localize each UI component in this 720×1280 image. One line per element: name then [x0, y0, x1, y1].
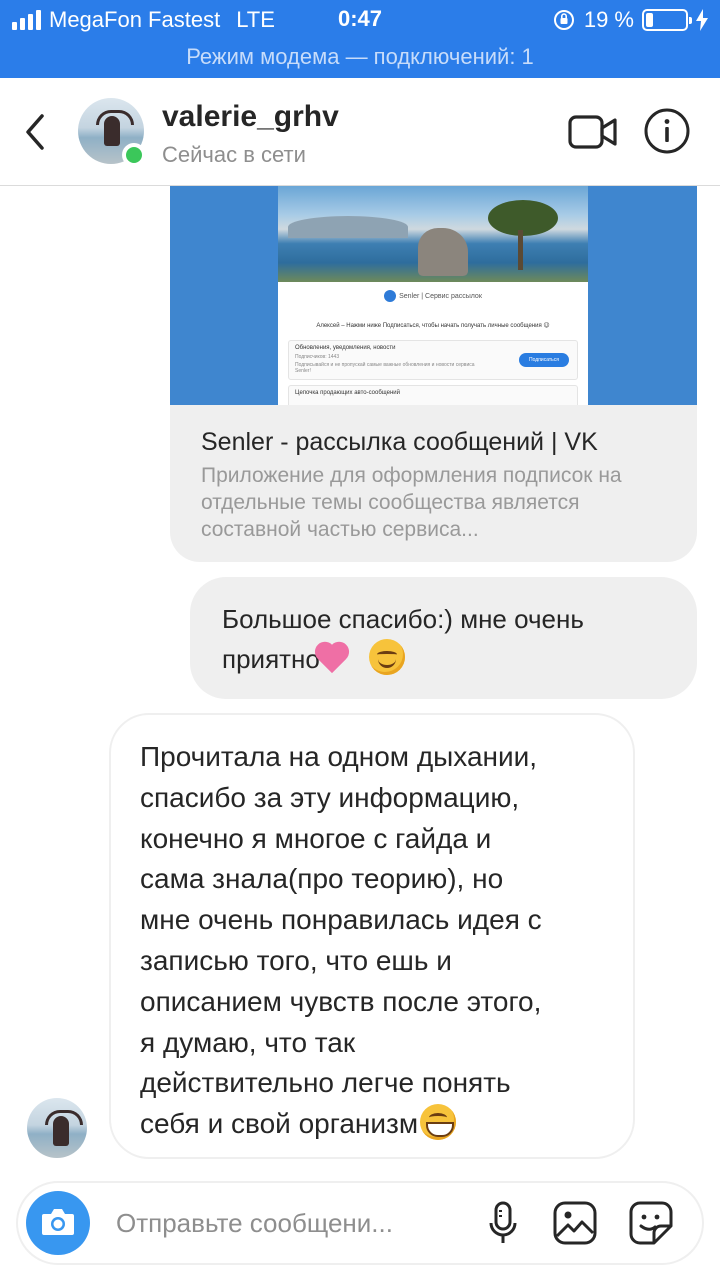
preview-subscription-row: Цепочка продающих авто-сообщений [288, 385, 578, 405]
chat-username[interactable]: valerie_grhv [162, 100, 339, 134]
battery-icon [642, 9, 692, 31]
preview-page-screenshot: Senler | Сервис рассылок Алексей – Нажми… [278, 186, 588, 405]
preview-subscribe-button: Подписаться [519, 353, 569, 367]
message-line: конечно я многое с гайда и [140, 822, 492, 854]
status-bar-right: 19 % [552, 6, 708, 34]
microphone-icon[interactable] [488, 1201, 518, 1247]
message-line: я думаю, что так [140, 1026, 356, 1058]
orientation-lock-icon [553, 10, 574, 30]
online-status: Сейчас в сети [162, 142, 306, 167]
message-line: записью того, что ешь и [140, 944, 452, 976]
message-input[interactable] [116, 1201, 466, 1245]
chat-header: valerie_grhv Сейчас в сети [0, 78, 720, 186]
link-preview-image: Senler | Сервис рассылок Алексей – Нажми… [170, 186, 697, 405]
sender-avatar[interactable] [27, 1098, 87, 1158]
growing-heart-emoji-icon [322, 639, 360, 675]
avatar-image [27, 1098, 87, 1158]
message-line: мне очень понравилась идея с [140, 904, 542, 936]
grinning-face-emoji-icon [420, 1104, 457, 1141]
hotspot-banner[interactable]: Режим модема — подключений: 1 [0, 42, 720, 78]
info-icon[interactable] [644, 108, 690, 154]
message-bubble-outgoing[interactable]: Большое спасибо:) мне очень приятно [190, 577, 697, 699]
message-line: спасибо за эту информацию, [140, 781, 520, 813]
online-indicator [122, 143, 146, 167]
message-line: действительно легче понять [140, 1067, 511, 1099]
camera-icon [42, 1209, 74, 1235]
message-line: описанием чувств после этого, [140, 985, 542, 1017]
charging-bolt-icon [696, 9, 708, 31]
message-composer [16, 1181, 704, 1265]
preview-subscription-row: Обновления, уведомления, новости Подписч… [288, 340, 578, 380]
message-bubble-incoming[interactable]: Прочитала на одном дыхании, спасибо за э… [109, 713, 635, 1159]
senler-logo-icon [384, 290, 397, 302]
video-call-icon[interactable] [568, 114, 618, 150]
sticker-icon[interactable] [628, 1200, 674, 1246]
status-bar: MegaFon Fastest LTE 0:47 19 % [0, 0, 720, 42]
battery-percent: 19 % [583, 7, 634, 32]
link-title[interactable]: Senler - рассылка сообщений | VK [201, 428, 598, 457]
smiling-face-emoji-icon [369, 639, 406, 675]
camera-button[interactable] [26, 1191, 90, 1255]
preview-brand: Senler | Сервис рассылок [278, 290, 588, 302]
message-line: сама знала(про теорию), но [140, 863, 504, 895]
message-line-last: себя и свой организм [140, 1104, 613, 1145]
message-line: Прочитала на одном дыхании, [140, 741, 538, 772]
preview-greeting: Алексей – Нажми ниже Подписаться, чтобы … [316, 323, 550, 329]
back-chevron-icon[interactable] [22, 112, 52, 152]
link-preview-card[interactable]: Senler | Сервис рассылок Алексей – Нажми… [170, 186, 697, 562]
link-description: Приложение для оформления подписок на от… [201, 464, 622, 541]
battery-level [646, 13, 653, 27]
gallery-icon[interactable] [552, 1200, 598, 1246]
preview-landscape-photo [278, 186, 588, 282]
